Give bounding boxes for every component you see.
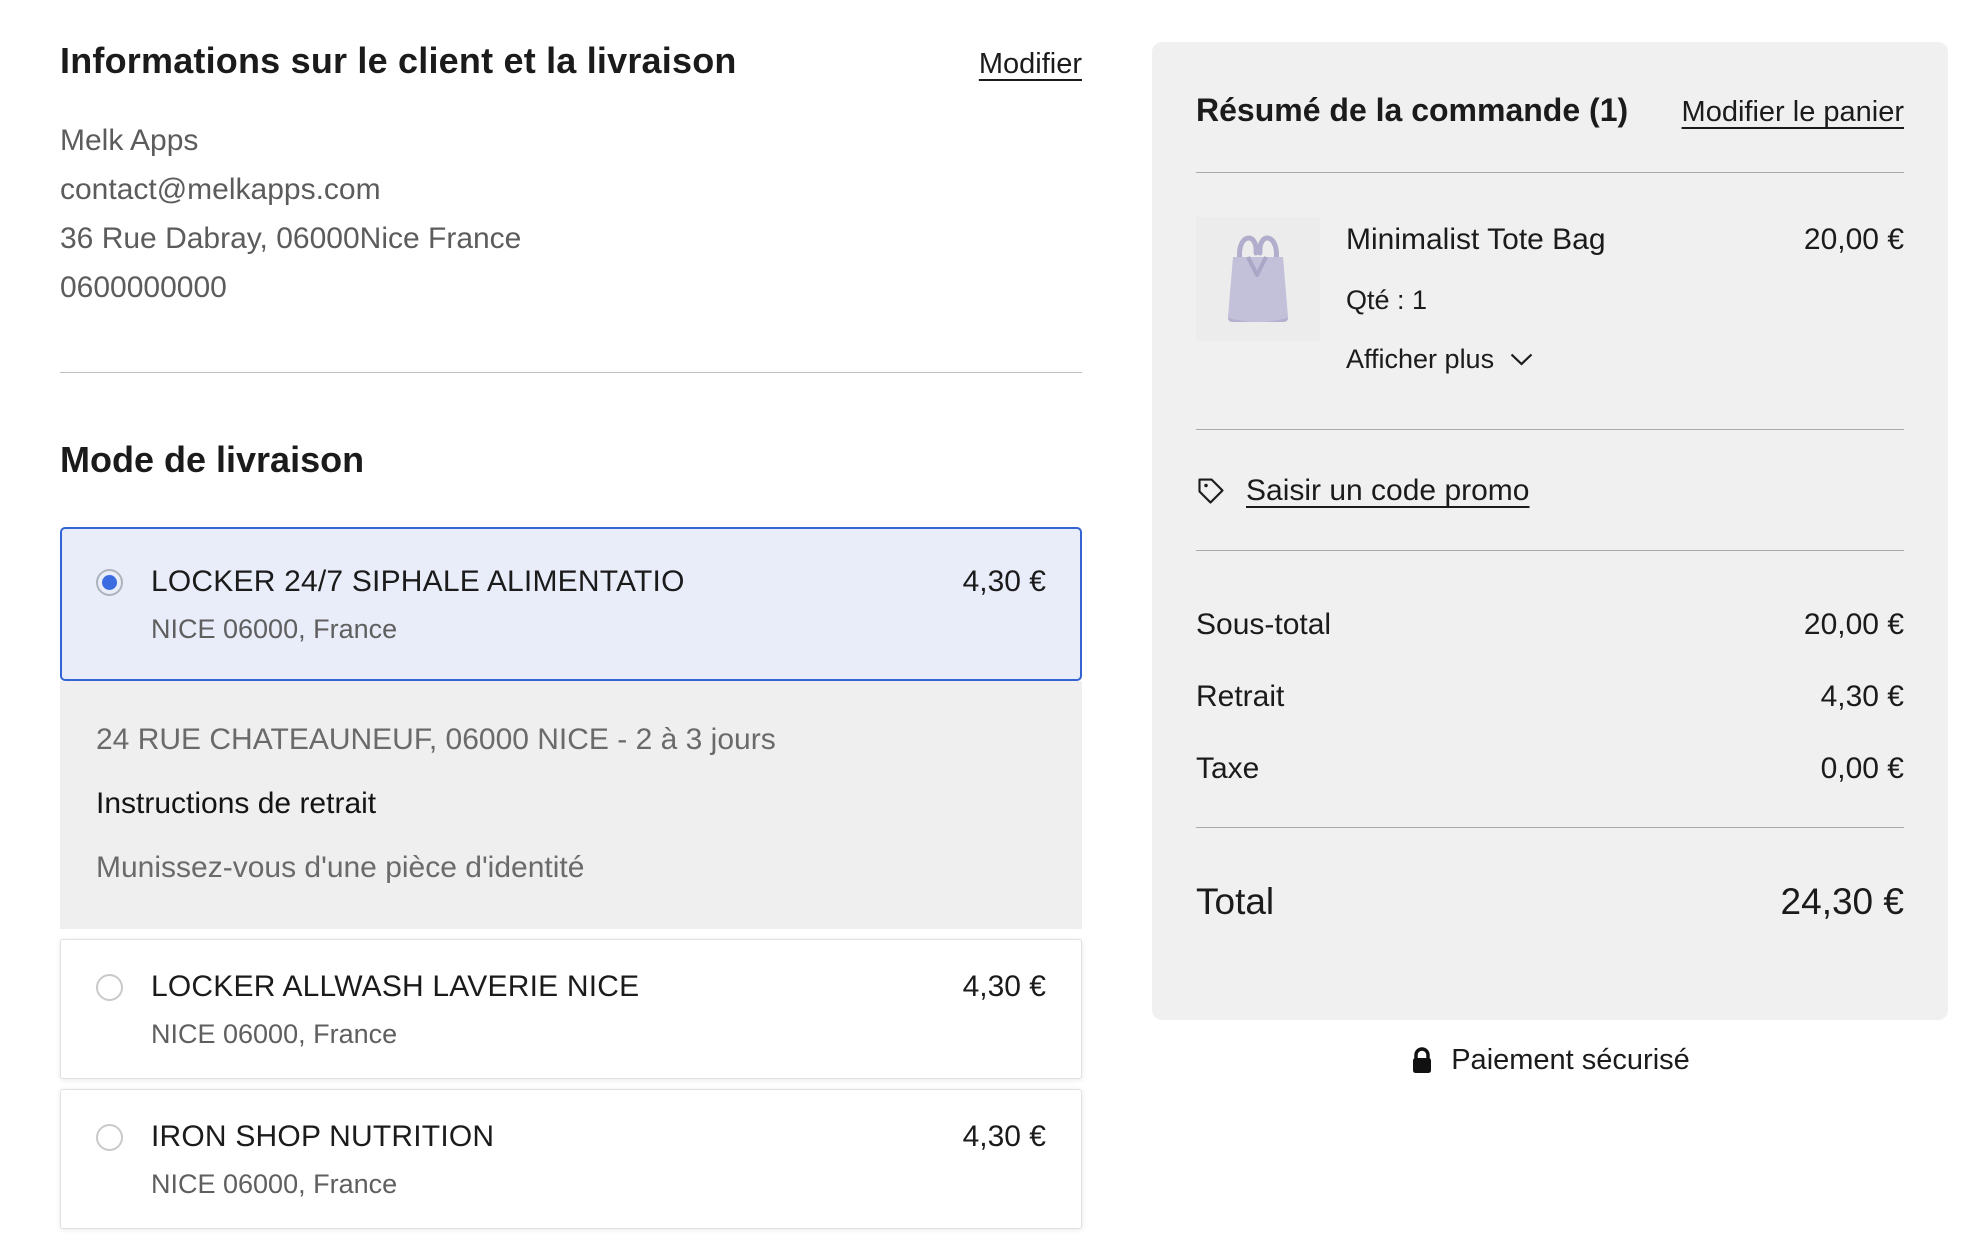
tag-icon xyxy=(1196,476,1226,506)
secure-payment-note: Paiement sécurisé xyxy=(1152,1044,1948,1077)
tax-label: Taxe xyxy=(1196,751,1259,787)
delivery-option-selected[interactable]: LOCKER 24/7 SIPHALE ALIMENTATIO 4,30 € N… xyxy=(60,527,1082,681)
customer-address: 36 Rue Dabray, 06000Nice France xyxy=(60,214,1082,263)
promo-code-row[interactable]: Saisir un code promo xyxy=(1196,474,1904,508)
summary-divider xyxy=(1196,550,1904,551)
shipping-row: Retrait 4,30 € xyxy=(1196,679,1904,715)
pickup-instructions-label: Instructions de retrait xyxy=(96,787,1046,821)
delivery-option[interactable]: IRON SHOP NUTRITION 4,30 € NICE 06000, F… xyxy=(60,1089,1082,1229)
total-row: Total 24,30 € xyxy=(1196,880,1904,924)
delivery-option-name: LOCKER 24/7 SIPHALE ALIMENTATIO xyxy=(151,565,685,599)
secure-payment-label: Paiement sécurisé xyxy=(1451,1044,1690,1077)
tote-bag-image xyxy=(1196,217,1320,341)
tax-value: 0,00 € xyxy=(1821,751,1904,787)
summary-title: Résumé de la commande (1) xyxy=(1196,84,1666,136)
delivery-section-title: Mode de livraison xyxy=(60,439,1082,481)
radio-unselected-icon[interactable] xyxy=(96,974,123,1001)
delivery-option-location: NICE 06000, France xyxy=(151,1169,1046,1200)
customer-section-title: Informations sur le client et la livrais… xyxy=(60,40,737,82)
product-info: Minimalist Tote Bag 20,00 € Qté : 1 Affi… xyxy=(1346,217,1904,375)
pickup-address: 24 RUE CHATEAUNEUF, 06000 NICE - 2 à 3 j… xyxy=(96,723,1046,757)
edit-customer-link[interactable]: Modifier xyxy=(979,48,1082,81)
promo-code-link[interactable]: Saisir un code promo xyxy=(1246,474,1529,508)
summary-header: Résumé de la commande (1) Modifier le pa… xyxy=(1196,84,1904,136)
checkout-main-column: Informations sur le client et la livrais… xyxy=(60,40,1082,1229)
total-value: 24,30 € xyxy=(1781,880,1904,924)
delivery-option-price: 4,30 € xyxy=(963,565,1046,599)
summary-divider xyxy=(1196,429,1904,430)
product-title-row: Minimalist Tote Bag 20,00 € xyxy=(1346,223,1904,257)
delivery-option-name: IRON SHOP NUTRITION xyxy=(151,1120,494,1154)
lock-icon xyxy=(1410,1047,1434,1075)
customer-name: Melk Apps xyxy=(60,116,1082,165)
customer-phone: 0600000000 xyxy=(60,263,1082,312)
delivery-option-location: NICE 06000, France xyxy=(151,614,1046,645)
radio-selected-icon[interactable] xyxy=(96,569,123,596)
delivery-option[interactable]: LOCKER ALLWASH LAVERIE NICE 4,30 € NICE … xyxy=(60,939,1082,1079)
total-label: Total xyxy=(1196,880,1274,924)
delivery-option-price: 4,30 € xyxy=(963,1120,1046,1154)
section-divider xyxy=(60,372,1082,373)
radio-unselected-icon[interactable] xyxy=(96,1124,123,1151)
product-quantity: Qté : 1 xyxy=(1346,285,1904,316)
customer-email: contact@melkapps.com xyxy=(60,165,1082,214)
delivery-option-location: NICE 06000, France xyxy=(151,1019,1046,1050)
product-name: Minimalist Tote Bag xyxy=(1346,223,1606,257)
chevron-down-icon xyxy=(1510,353,1533,366)
subtotal-label: Sous-total xyxy=(1196,607,1331,643)
pickup-details: 24 RUE CHATEAUNEUF, 06000 NICE - 2 à 3 j… xyxy=(60,681,1082,929)
show-more-toggle[interactable]: Afficher plus xyxy=(1346,344,1533,375)
product-price: 20,00 € xyxy=(1804,223,1904,257)
summary-divider xyxy=(1196,827,1904,828)
shipping-value: 4,30 € xyxy=(1821,679,1904,715)
order-summary-panel: Résumé de la commande (1) Modifier le pa… xyxy=(1152,42,1948,1020)
cart-item: Minimalist Tote Bag 20,00 € Qté : 1 Affi… xyxy=(1196,217,1904,375)
delivery-option-row: LOCKER ALLWASH LAVERIE NICE 4,30 € xyxy=(96,970,1046,1004)
product-image xyxy=(1196,217,1320,341)
subtotal-row: Sous-total 20,00 € xyxy=(1196,607,1904,643)
shipping-label: Retrait xyxy=(1196,679,1284,715)
delivery-option-name: LOCKER ALLWASH LAVERIE NICE xyxy=(151,970,639,1004)
delivery-option-row: LOCKER 24/7 SIPHALE ALIMENTATIO 4,30 € xyxy=(96,565,1046,599)
checkout-page: Informations sur le client et la livrais… xyxy=(0,0,1982,1240)
tax-row: Taxe 0,00 € xyxy=(1196,751,1904,787)
delivery-options-list: LOCKER 24/7 SIPHALE ALIMENTATIO 4,30 € N… xyxy=(60,527,1082,1229)
subtotal-value: 20,00 € xyxy=(1804,607,1904,643)
edit-cart-link[interactable]: Modifier le panier xyxy=(1682,96,1904,129)
delivery-option-price: 4,30 € xyxy=(963,970,1046,1004)
pickup-instructions-text: Munissez-vous d'une pièce d'identité xyxy=(96,851,1046,885)
customer-info: Melk Apps contact@melkapps.com 36 Rue Da… xyxy=(60,116,1082,312)
show-more-label: Afficher plus xyxy=(1346,344,1494,375)
delivery-option-row: IRON SHOP NUTRITION 4,30 € xyxy=(96,1120,1046,1154)
customer-section-header: Informations sur le client et la livrais… xyxy=(60,40,1082,82)
summary-divider xyxy=(1196,172,1904,173)
